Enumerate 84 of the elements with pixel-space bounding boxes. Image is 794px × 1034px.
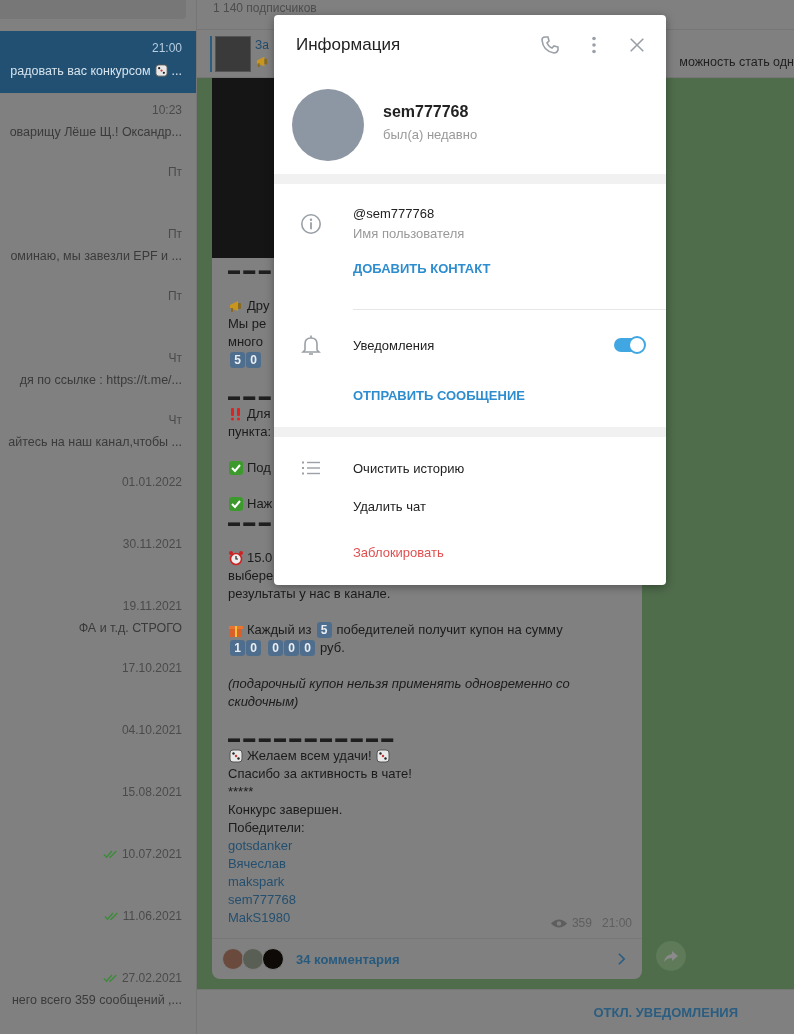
keycap-digit: 0 — [246, 640, 261, 656]
message-text: Конкурс завершен. — [228, 801, 343, 819]
close-icon[interactable] — [628, 36, 646, 55]
bell-icon — [300, 334, 321, 356]
message-text: (подарочный купон нельзя применять одновременно со — [228, 675, 570, 693]
eye-icon — [549, 917, 568, 929]
image-thumbnail — [215, 35, 251, 72]
add-contact-button[interactable]: ДОБАВИТЬ КОНТАКТ — [353, 259, 491, 279]
message-text: выбере — [228, 567, 274, 585]
info-icon — [299, 213, 322, 235]
dialog-action[interactable]: Заблокировать — [353, 544, 444, 560]
keycap-digit: 0 — [246, 352, 261, 368]
pinned-title: За — [255, 38, 269, 52]
chat-preview-text: оварищу Лёше Щ.! Оксандр... — [9, 125, 182, 139]
send-message-button[interactable]: ОТПРАВИТЬ СООБЩЕНИЕ — [353, 386, 525, 406]
username-label: Имя пользователя — [353, 225, 465, 243]
profile-status: был(а) недавно — [383, 126, 478, 142]
message-text: Спасибо за активность в чате! — [228, 765, 412, 783]
notifications-label: Уведомления — [353, 337, 436, 353]
dashed-separator-text: ▬ ▬ ▬ ▬ ▬ ▬ ▬ ▬ ▬ ▬ ▬ — [228, 730, 394, 747]
keycap-digit: 0 — [268, 640, 283, 656]
avatar-placeholder — [242, 948, 264, 970]
dialog-action[interactable]: Удалить чат — [353, 498, 426, 514]
checkmark-icon — [228, 460, 244, 476]
megaphone-icon — [255, 54, 270, 69]
dice-icon — [228, 748, 244, 764]
chat-preview-text: ... — [171, 63, 182, 78]
dashed-separator-text: ▬ ▬ ▬ — [228, 388, 271, 405]
keycap-digit: 1 — [230, 640, 245, 656]
keycap-digit: 0 — [284, 640, 299, 656]
chat-preview-text: ФА и т.д. СТРОГО — [78, 621, 182, 635]
message-text: результаты у нас в канале. — [228, 585, 391, 603]
message-text: 15.0 — [247, 549, 273, 567]
message-text: ***** — [228, 783, 254, 801]
message-text: Под — [247, 459, 271, 477]
message-text: Дру — [247, 297, 270, 315]
chevron-right-icon[interactable] — [617, 952, 626, 966]
mute-button[interactable]: ОТКЛ. УВЕДОМЛЕНИЯ — [593, 1000, 738, 1024]
keycap-digit: 5 — [316, 622, 332, 638]
username-link[interactable]: makspark — [228, 873, 285, 891]
share-arrow-icon — [663, 948, 679, 964]
checkmark-icon — [228, 496, 244, 512]
chat-preview-text: оминаю, мы завезли EPF и ... — [10, 249, 182, 263]
avatar-placeholder — [222, 948, 244, 970]
message-text: Желаем всем удачи! — [247, 747, 372, 765]
profile-name: sem777768 — [383, 102, 470, 121]
share-button[interactable] — [656, 941, 686, 971]
message-text: Мы ре — [228, 315, 267, 333]
dashed-separator-text: ▬ ▬ ▬ — [228, 262, 271, 279]
list-icon — [300, 460, 321, 476]
keycap-digit: 5 — [230, 352, 245, 368]
phone-icon[interactable] — [540, 35, 560, 56]
alarm-clock-icon — [228, 550, 244, 566]
message-text: Наж — [247, 495, 273, 513]
username-link[interactable]: MakS1980 — [228, 909, 291, 927]
dialog-title: Информация — [296, 35, 402, 56]
username-link[interactable]: Вячеслав — [228, 855, 286, 873]
message-text: Для — [247, 405, 271, 423]
keycap-digit: 0 — [300, 640, 315, 656]
dice-icon — [374, 748, 391, 764]
message-text: руб. — [320, 639, 345, 657]
message-text: Каждый из — [247, 621, 312, 639]
comments-link[interactable]: 34 комментария — [296, 951, 617, 967]
message-text: пункта: — [228, 423, 272, 441]
chat-preview-text: айтесь на наш канал,чтобы ... — [8, 435, 182, 449]
pinned-indicator — [210, 35, 212, 72]
avatar-placeholder — [262, 948, 284, 970]
message-text: победителей получит купон на сумму — [336, 621, 563, 639]
chat-preview-text: радовать вас конкурсом — [10, 63, 151, 78]
megaphone-icon — [228, 298, 244, 314]
username-link[interactable]: gotsdanker — [228, 837, 293, 855]
message-text: Победители: — [228, 819, 305, 837]
chat-preview-text: него всего 359 сообщений ,... — [11, 993, 182, 1007]
chat-preview-text: дя по ссылке : https://t.me/... — [19, 373, 182, 387]
dashed-separator-text: ▬ ▬ ▬ — [228, 514, 271, 531]
dice-icon — [153, 63, 169, 78]
dialog-action[interactable]: Очистить историю — [353, 460, 465, 476]
chat-time: 21:00 — [151, 41, 182, 55]
message-text: много — [228, 333, 264, 351]
pinned-text: можность стать одн — [679, 54, 794, 69]
username-link[interactable]: sem777768 — [228, 891, 296, 909]
message-text: скидочным) — [228, 693, 299, 711]
chat-list-item[interactable]: 21:00 радовать вас конкурсом ... — [0, 31, 196, 93]
username-value: @sem777768 — [353, 205, 436, 223]
